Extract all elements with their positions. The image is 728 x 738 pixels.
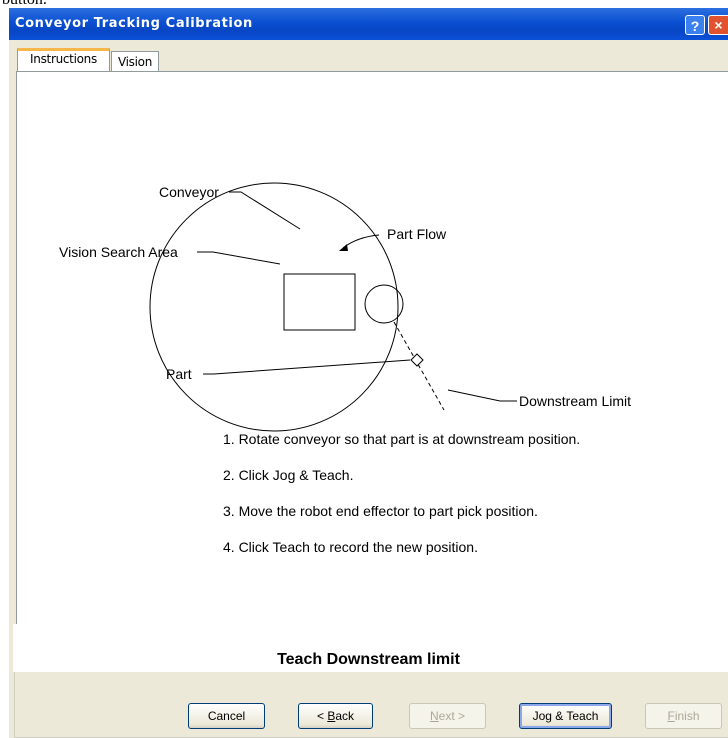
step-3: 3. Move the robot end effector to part p…: [223, 503, 538, 519]
help-button[interactable]: ?: [685, 15, 705, 35]
background-caption-text: button.: [2, 0, 47, 8]
next-button[interactable]: Next >: [409, 703, 486, 729]
label-vision-search-area: Vision Search Area: [59, 244, 178, 260]
part-leader-line: [203, 359, 411, 375]
cancel-button[interactable]: Cancel: [188, 703, 265, 729]
label-part: Part: [166, 366, 192, 382]
jog-teach-button[interactable]: Jog & Teach: [519, 703, 612, 729]
part-flow-arrowhead: [339, 244, 348, 251]
tab-vision[interactable]: Vision: [111, 51, 159, 73]
label-conveyor: Conveyor: [159, 184, 219, 200]
next-mnemonic: N: [429, 709, 439, 723]
conveyor-leader-line: [229, 191, 301, 230]
conveyor-circle: [149, 182, 399, 432]
downstream-leader-line: [447, 389, 517, 402]
part-flow-arrow: [342, 234, 380, 249]
close-button[interactable]: ×: [708, 15, 728, 35]
vision-search-area-rect: [283, 273, 356, 331]
step-2: 2. Click Jog & Teach.: [223, 467, 354, 483]
finish-button[interactable]: Finish: [645, 703, 722, 729]
vision-area-leader-line: [197, 251, 281, 265]
back-prefix: <: [316, 709, 328, 723]
question-icon: ?: [690, 18, 700, 34]
window-title: Conveyor Tracking Calibration: [15, 16, 253, 31]
close-icon: ×: [714, 17, 723, 33]
back-rest: ack: [335, 709, 355, 723]
step-1: 1. Rotate conveyor so that part is at do…: [223, 431, 581, 447]
next-rest: ext >: [438, 709, 466, 723]
back-button[interactable]: < Back: [298, 703, 373, 729]
finish-mnemonic: F: [667, 709, 675, 723]
tab-instructions[interactable]: Instructions: [17, 48, 110, 72]
step-4: 4. Click Teach to record the new positio…: [223, 539, 478, 555]
part-path-dashed-line: [393, 321, 445, 411]
status-message: Teach Downstream limit: [277, 651, 460, 668]
label-part-flow: Part Flow: [387, 226, 447, 242]
calibration-dialog: Conveyor Tracking Calibration ? × Instru…: [9, 8, 728, 738]
instructions-panel: Conveyor Part Flow Vision Search Area Pa…: [16, 71, 728, 629]
title-bar[interactable]: Conveyor Tracking Calibration ? ×: [9, 8, 728, 40]
finish-rest: inish: [674, 709, 700, 723]
part-target-circle: [364, 284, 404, 324]
background-caption-strip: button.: [0, 0, 728, 8]
label-downstream-limit: Downstream Limit: [519, 393, 631, 409]
